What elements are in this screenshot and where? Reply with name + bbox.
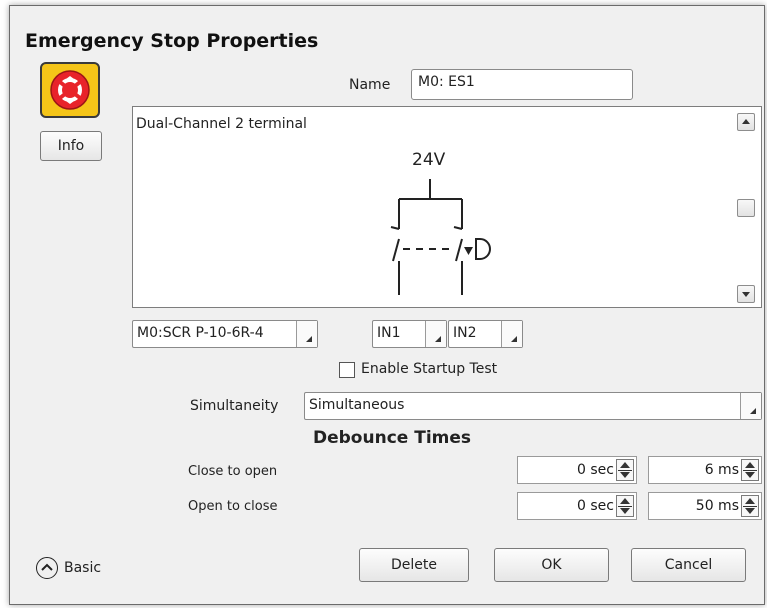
spinner-icon[interactable] bbox=[616, 495, 634, 517]
enable-startup-test-label: Enable Startup Test bbox=[361, 361, 498, 377]
delete-button[interactable]: Delete bbox=[359, 548, 469, 582]
close-to-open-sec-stepper[interactable]: 0 sec bbox=[517, 456, 637, 484]
chevron-down-icon bbox=[296, 321, 317, 347]
input-a-select[interactable]: IN1 bbox=[372, 320, 447, 348]
open-to-close-ms-value: 50 ms bbox=[695, 498, 739, 514]
switch-schematic bbox=[390, 179, 491, 295]
chevron-up-icon[interactable] bbox=[36, 557, 58, 579]
spinner-icon[interactable] bbox=[741, 459, 759, 481]
close-to-open-sec-value: 0 sec bbox=[577, 462, 614, 478]
scroll-down-button[interactable] bbox=[737, 285, 755, 303]
diagram-voltage-label: 24V bbox=[412, 150, 446, 170]
name-field[interactable]: M0: ES1 bbox=[411, 69, 633, 100]
close-to-open-label: Close to open bbox=[188, 464, 278, 479]
dialog-title: Emergency Stop Properties bbox=[25, 30, 319, 52]
spinner-icon[interactable] bbox=[616, 459, 634, 481]
input-a-value: IN1 bbox=[377, 325, 401, 341]
debounce-heading: Debounce Times bbox=[313, 428, 472, 448]
simultaneity-select[interactable]: Simultaneous bbox=[304, 392, 762, 420]
open-to-close-ms-stepper[interactable]: 50 ms bbox=[648, 492, 762, 520]
name-label: Name bbox=[349, 77, 391, 93]
wiring-diagram-panel: Dual-Channel 2 terminal 24V bbox=[132, 106, 762, 308]
module-select-value: M0:SCR P-10-6R-4 bbox=[137, 325, 264, 341]
chevron-down-icon bbox=[425, 321, 446, 347]
diagram-caption: Dual-Channel 2 terminal bbox=[136, 116, 307, 132]
basic-toggle-label[interactable]: Basic bbox=[64, 560, 101, 576]
chevron-down-icon bbox=[740, 393, 761, 419]
open-to-close-sec-stepper[interactable]: 0 sec bbox=[517, 492, 637, 520]
close-to-open-ms-stepper[interactable]: 6 ms bbox=[648, 456, 762, 484]
module-select[interactable]: M0:SCR P-10-6R-4 bbox=[132, 320, 318, 348]
scrollbar-thumb[interactable] bbox=[737, 199, 755, 217]
enable-startup-test-checkbox[interactable] bbox=[339, 362, 355, 378]
open-to-close-sec-value: 0 sec bbox=[577, 498, 614, 514]
ok-button[interactable]: OK bbox=[494, 548, 609, 582]
cancel-button[interactable]: Cancel bbox=[631, 548, 746, 582]
simultaneity-value: Simultaneous bbox=[309, 397, 405, 413]
info-button[interactable]: Info bbox=[40, 131, 102, 161]
simultaneity-label: Simultaneity bbox=[190, 398, 279, 414]
chevron-down-icon bbox=[501, 321, 522, 347]
scroll-up-button[interactable] bbox=[737, 113, 755, 131]
open-to-close-label: Open to close bbox=[188, 499, 278, 514]
spinner-icon[interactable] bbox=[741, 495, 759, 517]
close-to-open-ms-value: 6 ms bbox=[704, 462, 739, 478]
input-b-select[interactable]: IN2 bbox=[448, 320, 523, 348]
emergency-stop-icon bbox=[40, 62, 100, 118]
input-b-value: IN2 bbox=[453, 325, 477, 341]
